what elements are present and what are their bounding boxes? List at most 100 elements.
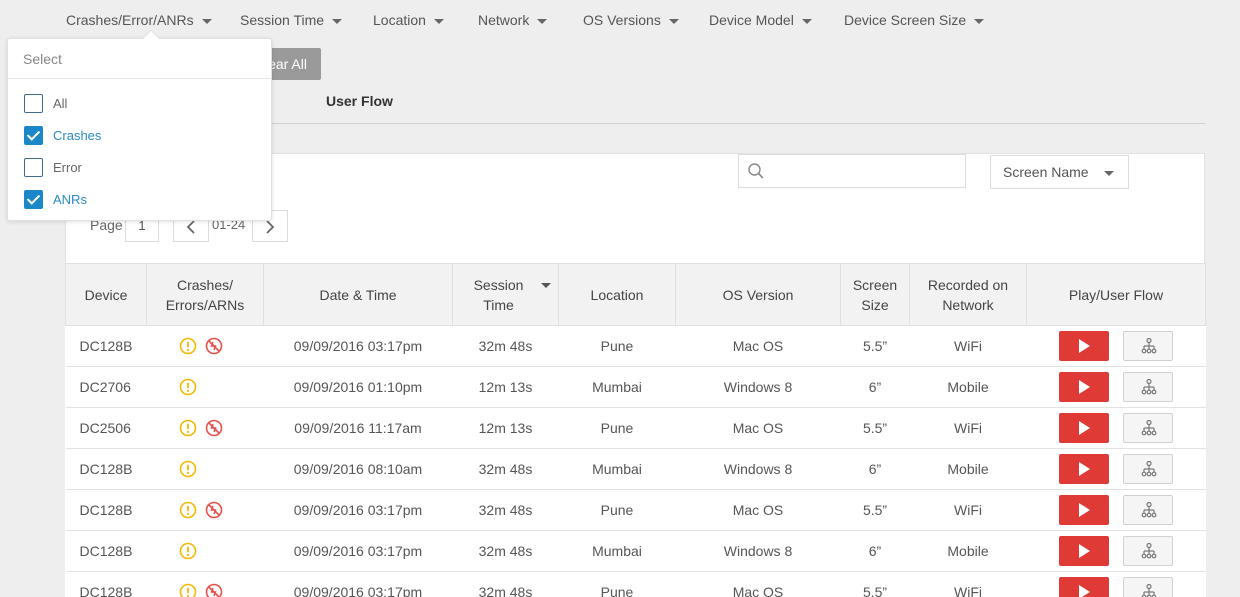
caret-down-icon — [201, 18, 212, 24]
user-flow-button[interactable] — [1123, 331, 1173, 361]
sort-caret-icon — [541, 283, 551, 288]
filter-network[interactable]: Network — [478, 12, 548, 28]
cell-session-time: 32m 48s — [452, 571, 559, 597]
warning-icon — [179, 378, 196, 396]
user-flow-button[interactable] — [1123, 454, 1173, 484]
cell-session-time: 32m 48s — [452, 325, 559, 367]
cell-session-time: 32m 48s — [452, 530, 559, 572]
cell-datetime: 09/09/2016 08:10am — [263, 448, 453, 490]
cell-device: DC2506 — [65, 407, 147, 449]
filter-session-time[interactable]: Session Time — [240, 12, 343, 28]
filter-crashes-errors-anrs[interactable]: Crashes/Error/ANRs — [66, 12, 212, 28]
option-all[interactable]: All — [24, 93, 67, 113]
column-header[interactable]: Device — [65, 263, 147, 326]
warning-icon — [179, 583, 196, 597]
filter-location[interactable]: Location — [373, 12, 444, 28]
sessions-table: Device Crashes/ Errors/ARNs Date & Time … — [65, 263, 1206, 597]
filter-os-versions[interactable]: OS Versions — [583, 12, 679, 28]
play-button[interactable] — [1059, 331, 1109, 361]
cell-datetime: 09/09/2016 01:10pm — [263, 366, 453, 408]
user-flow-icon — [1141, 338, 1157, 354]
option-label: All — [53, 95, 68, 111]
column-header[interactable]: OS Version — [675, 263, 841, 326]
table-row[interactable]: DC128B 09/09/2016 03:17pm 32m 48s Mumbai Win… — [65, 530, 1206, 572]
checkbox[interactable] — [24, 157, 43, 177]
table-row[interactable]: DC128B 09/09/2016 08:10am 32m 48s Mumbai Win… — [65, 448, 1206, 490]
option-error[interactable]: Error — [24, 157, 82, 177]
cell-location: Mumbai — [558, 530, 676, 572]
checkbox-checked[interactable] — [24, 125, 43, 145]
table-row[interactable]: DC2506 09/09/2016 11:17am 12m 13s Pune Mac O… — [65, 407, 1206, 449]
caret-down-icon — [433, 18, 444, 24]
table-row[interactable]: DC2706 09/09/2016 01:10pm 12m 13s Mumbai Win… — [65, 366, 1206, 408]
caret-down-icon — [1104, 171, 1114, 176]
column-header[interactable]: Location — [558, 263, 676, 326]
user-flow-button[interactable] — [1123, 372, 1173, 402]
column-header-sortable[interactable]: Session Time — [452, 263, 559, 326]
cell-device: DC128B — [65, 489, 147, 531]
search-field[interactable] — [738, 154, 966, 188]
user-flow-icon — [1141, 543, 1157, 559]
user-flow-button[interactable] — [1123, 495, 1173, 525]
caret-down-icon — [537, 18, 548, 24]
cell-location: Pune — [558, 489, 676, 531]
option-crashes[interactable]: Crashes — [24, 125, 101, 145]
caret-down-icon — [801, 18, 812, 24]
filter-device-model[interactable]: Device Model — [709, 12, 812, 28]
caret-down-icon — [332, 18, 343, 24]
cell-datetime: 09/09/2016 03:17pm — [263, 325, 453, 367]
user-flow-icon — [1141, 502, 1157, 518]
option-anrs[interactable]: ANRs — [24, 189, 87, 209]
play-button[interactable] — [1059, 495, 1109, 525]
user-flow-button[interactable] — [1123, 536, 1173, 566]
crash-icon — [205, 501, 222, 519]
caret-down-icon — [668, 18, 679, 24]
cell-status — [146, 489, 264, 531]
filter-device-screen-size[interactable]: Device Screen Size — [844, 12, 985, 28]
warning-icon — [179, 419, 196, 437]
tab-user-flow[interactable]: User Flow — [326, 93, 393, 109]
play-button[interactable] — [1059, 454, 1109, 484]
cell-location: Pune — [558, 571, 676, 597]
screen-name-select[interactable]: Screen Name — [990, 155, 1129, 189]
cell-actions — [1026, 325, 1206, 367]
table-row[interactable]: DC128B 09/09/2016 03:17pm 32m 48s Pune Mac O… — [65, 571, 1206, 597]
cell-actions — [1026, 530, 1206, 572]
cell-status — [146, 571, 264, 597]
play-button[interactable] — [1059, 413, 1109, 443]
user-flow-icon — [1141, 584, 1157, 597]
table-row[interactable]: DC128B 09/09/2016 03:17pm 32m 48s Pune Mac O… — [65, 325, 1206, 367]
filter-label: OS Versions — [583, 12, 661, 28]
checkbox-checked[interactable] — [24, 189, 43, 209]
column-header[interactable]: Crashes/ Errors/ARNs — [146, 263, 264, 326]
user-flow-button[interactable] — [1123, 413, 1173, 443]
user-flow-button[interactable] — [1123, 577, 1173, 597]
play-button[interactable] — [1059, 577, 1109, 597]
cell-status — [146, 325, 264, 367]
filter-label: Device Model — [709, 12, 794, 28]
column-header[interactable]: Date & Time — [263, 263, 453, 326]
cell-os-version: Windows 8 — [675, 366, 841, 408]
cell-device: DC128B — [65, 325, 147, 367]
column-header[interactable]: Screen Size — [840, 263, 910, 326]
cell-screen-size: 6” — [840, 448, 910, 490]
option-label: Crashes — [53, 127, 102, 143]
column-header[interactable]: Recorded on Network — [909, 263, 1027, 326]
cell-status — [146, 448, 264, 490]
checkbox[interactable] — [24, 93, 43, 113]
cell-network: WiFi — [909, 325, 1027, 367]
cell-os-version: Mac OS — [675, 325, 841, 367]
cell-screen-size: 5.5” — [840, 489, 910, 531]
cell-network: WiFi — [909, 489, 1027, 531]
play-button[interactable] — [1059, 372, 1109, 402]
cell-session-time: 12m 13s — [452, 407, 559, 449]
cell-os-version: Mac OS — [675, 407, 841, 449]
cell-os-version: Mac OS — [675, 489, 841, 531]
cell-device: DC128B — [65, 530, 147, 572]
search-input[interactable] — [773, 161, 958, 181]
cell-actions — [1026, 571, 1206, 597]
screen-name-select-value: Screen Name — [1003, 164, 1089, 180]
column-header[interactable]: Play/User Flow — [1026, 263, 1206, 326]
play-button[interactable] — [1059, 536, 1109, 566]
table-row[interactable]: DC128B 09/09/2016 03:17pm 32m 48s Pune Mac O… — [65, 489, 1206, 531]
